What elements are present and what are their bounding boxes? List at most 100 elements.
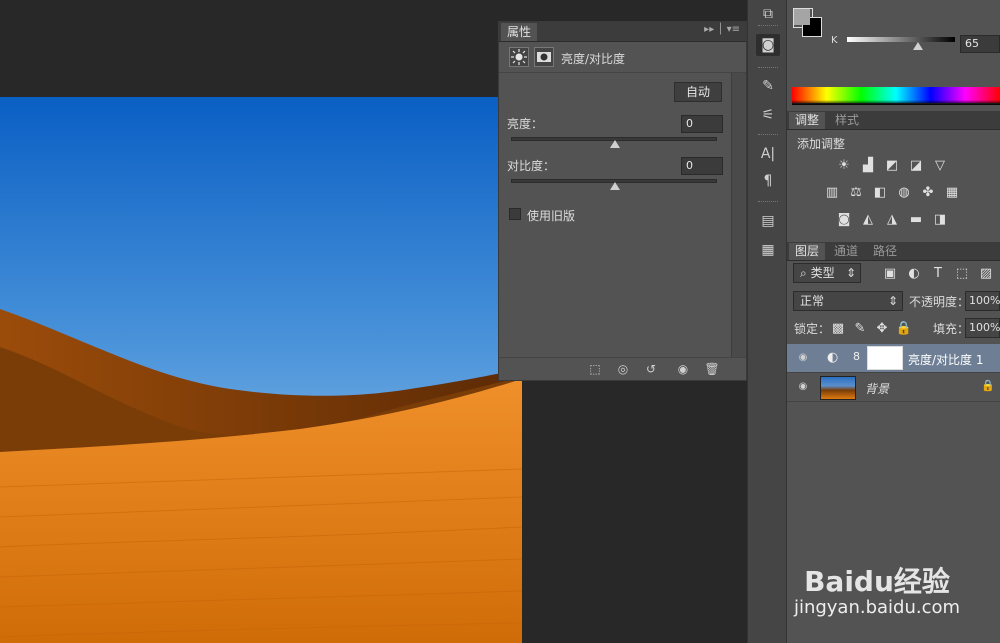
exposure-icon[interactable]: ◪	[907, 158, 925, 174]
color-balance-icon[interactable]: ⚖	[847, 185, 865, 201]
reset-icon[interactable]: ↺	[643, 361, 659, 377]
gradient-map-icon[interactable]: ▬	[907, 212, 925, 228]
eye-icon[interactable]: ◉	[797, 352, 809, 364]
opacity-input[interactable]: 100%	[965, 291, 1000, 311]
layer-name[interactable]: 背景	[865, 380, 889, 397]
strip-grip[interactable]	[758, 25, 778, 29]
blend-mode-value: 正常	[800, 294, 825, 308]
tab-styles[interactable]: 样式	[829, 112, 865, 129]
contrast-label: 对比度：	[507, 159, 556, 173]
layer-filter-label: 类型	[810, 266, 835, 280]
layer-mask-thumbnail[interactable]	[867, 346, 903, 370]
visibility-icon[interactable]: ◉	[675, 361, 691, 377]
paragraph-icon[interactable]: ¶	[756, 170, 780, 192]
layer-thumbnail	[820, 376, 856, 400]
watermark-brand: Baidu经验	[804, 565, 950, 598]
legacy-checkbox-label: 使用旧版	[527, 209, 576, 223]
properties-panel: 属性 ▸▸ │ ▾≡ 亮度/对比度 自动 亮度： 0 对比度： 0 使用旧版 ⬚…	[498, 21, 747, 381]
brush-icon[interactable]: ✎	[756, 75, 780, 97]
fill-input[interactable]: 100%	[965, 318, 1000, 338]
channel-slider-handle[interactable]	[913, 42, 923, 50]
legacy-checkbox[interactable]	[509, 208, 521, 220]
filter-smart-icon[interactable]: ▨	[977, 266, 995, 282]
channel-slider[interactable]	[847, 37, 955, 42]
filter-adjustment-icon[interactable]: ◐	[905, 266, 923, 282]
vibrance-icon[interactable]: ▽	[931, 158, 949, 174]
lock-pixels-icon[interactable]: ✎	[851, 321, 869, 337]
filter-type-icon[interactable]: T	[929, 266, 947, 282]
layer-row[interactable]: ◉ 背景 🔒	[787, 373, 1000, 402]
notes-icon[interactable]: ▤	[756, 210, 780, 232]
eye-icon[interactable]: ◉	[797, 381, 809, 393]
adjustment-header: 亮度/对比度	[499, 42, 746, 73]
levels-icon[interactable]: ▟	[859, 158, 877, 174]
channel-mixer-icon[interactable]: ✤	[919, 185, 937, 201]
foreground-color-fill	[794, 9, 810, 25]
updown-icon: ⇕	[887, 294, 898, 308]
document-canvas[interactable]	[0, 97, 522, 643]
character-icon[interactable]: A|	[756, 143, 780, 165]
desert-photo	[0, 97, 522, 643]
filter-shape-icon[interactable]: ⬚	[953, 266, 971, 282]
black-white-icon[interactable]: ◧	[871, 185, 889, 201]
auto-button[interactable]: 自动	[674, 82, 722, 102]
lock-position-icon[interactable]: ✥	[873, 321, 891, 337]
adjustments-tabs: 调整 样式	[787, 111, 1000, 130]
channel-value-input[interactable]: 65	[960, 35, 1000, 53]
adjustments-icon[interactable]: ◙	[756, 34, 780, 56]
add-adjustment-heading: 添加调整	[797, 137, 846, 151]
strip-grip[interactable]	[758, 134, 778, 138]
brush-settings-icon[interactable]: ⚟	[756, 104, 780, 126]
brightness-input[interactable]: 0	[681, 115, 723, 133]
channel-label: K	[831, 35, 838, 46]
contrast-slider-handle[interactable]	[610, 182, 620, 190]
panel-menu-icon[interactable]: ▸▸ │ ▾≡	[704, 24, 740, 35]
contrast-input[interactable]: 0	[681, 157, 723, 175]
brightness-slider-handle[interactable]	[610, 140, 620, 148]
lock-icon: 🔒	[981, 379, 995, 392]
brightness-icon[interactable]: ☀	[835, 158, 853, 174]
brightness-label: 亮度：	[507, 117, 544, 131]
color-lookup-icon[interactable]: ▦	[943, 185, 961, 201]
filter-pixel-icon[interactable]: ▣	[881, 266, 899, 282]
lock-label: 锁定：	[794, 322, 831, 336]
tab-adjustments[interactable]: 调整	[789, 112, 826, 129]
updown-icon: ⇕	[845, 266, 856, 280]
properties-scrollbar[interactable]	[731, 73, 746, 358]
link-icon[interactable]: 8	[853, 350, 860, 363]
threshold-icon[interactable]: ◮	[883, 212, 901, 228]
right-panels: K 65 调整 样式 添加调整 ☀ ▟ ◩ ◪ ▽ ▥ ⚖ ◧ ◍ ✤ ▦ ◙ ◭ ◮ ▬ ◨ 图层 通道 路…	[787, 0, 1000, 643]
selective-color-icon[interactable]: ◨	[931, 212, 949, 228]
fill-label: 填充：	[933, 322, 970, 336]
layer-row[interactable]: ◉ ◐ 8 亮度/对比度 1	[787, 344, 1000, 373]
properties-tab[interactable]: 属性	[501, 23, 538, 41]
adjustment-layer-icon: ◐	[827, 350, 839, 365]
search-icon: ⌕	[800, 266, 807, 280]
blend-mode-select[interactable]: 正常 ⇕	[793, 291, 903, 311]
hue-saturation-icon[interactable]: ▥	[823, 185, 841, 201]
layer-filter-select[interactable]: ⌕ 类型 ⇕	[793, 263, 861, 283]
strip-grip[interactable]	[758, 201, 778, 205]
opacity-label: 不透明度：	[909, 295, 970, 309]
tab-channels[interactable]: 通道	[828, 243, 864, 260]
layer-mask-icon[interactable]	[534, 47, 554, 67]
tab-paths[interactable]: 路径	[867, 243, 903, 260]
adjustment-name: 亮度/对比度	[561, 52, 626, 66]
history-icon[interactable]: ⧉	[756, 3, 780, 25]
invert-icon[interactable]: ◙	[835, 212, 853, 228]
color-ramp-shade	[792, 100, 1000, 105]
lock-all-icon[interactable]: 🔒	[895, 321, 913, 337]
comments-icon[interactable]: ▦	[756, 239, 780, 261]
strip-grip[interactable]	[758, 67, 778, 71]
clip-to-layer-icon[interactable]: ⬚	[587, 361, 603, 377]
delete-icon[interactable]: 🗑	[704, 361, 720, 377]
lock-transparent-icon[interactable]: ▩	[829, 321, 847, 337]
brightness-contrast-icon[interactable]	[509, 47, 529, 67]
layer-name[interactable]: 亮度/对比度 1	[908, 351, 984, 368]
curves-icon[interactable]: ◩	[883, 158, 901, 174]
view-previous-state-icon[interactable]: ◎	[615, 361, 631, 377]
tab-layers[interactable]: 图层	[789, 243, 826, 260]
posterize-icon[interactable]: ◭	[859, 212, 877, 228]
photo-filter-icon[interactable]: ◍	[895, 185, 913, 201]
properties-titlebar[interactable]: 属性 ▸▸ │ ▾≡	[499, 22, 746, 42]
